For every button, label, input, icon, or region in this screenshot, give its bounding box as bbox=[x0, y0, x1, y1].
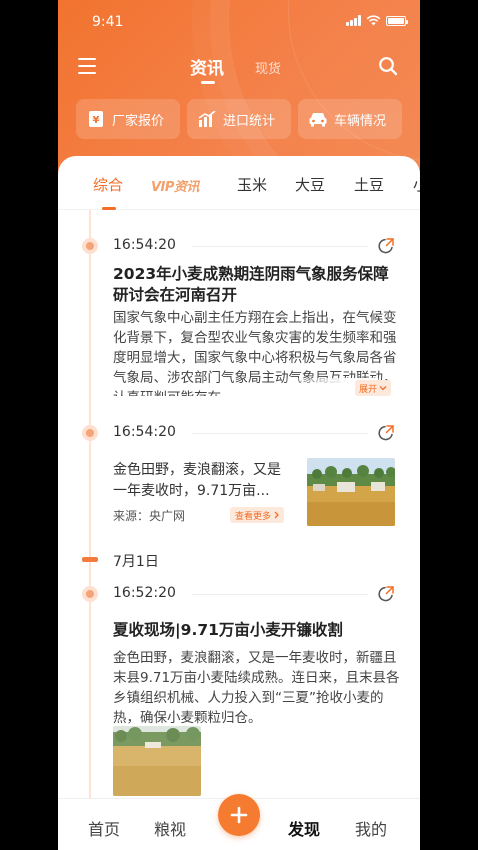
news-source: 来源：央广网 bbox=[113, 509, 186, 523]
plus-icon bbox=[230, 806, 248, 824]
tab-indicator bbox=[201, 81, 215, 84]
chevron-down-icon bbox=[379, 386, 387, 391]
status-bar: 9:41 bbox=[58, 12, 420, 34]
category-soybean[interactable]: 大豆 bbox=[295, 174, 325, 195]
top-nav: 资讯 现货 bbox=[58, 50, 420, 86]
search-icon[interactable] bbox=[378, 56, 398, 76]
quick-link-import-stats[interactable]: 进口统计 bbox=[187, 99, 291, 139]
timeline-dot bbox=[82, 586, 98, 602]
category-all[interactable]: 综合 bbox=[93, 174, 123, 195]
quick-link-label: 车辆情况 bbox=[334, 113, 387, 129]
tab-home[interactable]: 首页 bbox=[88, 816, 120, 840]
quick-link-vehicles[interactable]: 车辆情况 bbox=[298, 99, 402, 139]
news-body: 金色田野，麦浪翻滚，又是一年麦收时，新疆且末县9.71万亩小麦陆续成熟。连日来，… bbox=[113, 650, 400, 726]
news-snippet[interactable]: 金色田野，麦浪翻滚，又是一年麦收时，9.71万亩... bbox=[113, 460, 291, 502]
tab-grain-view[interactable]: 粮视 bbox=[154, 816, 186, 840]
timeline-dot bbox=[82, 425, 98, 441]
tab-discover[interactable]: 发现 bbox=[288, 816, 320, 840]
signal-icon bbox=[346, 15, 361, 26]
timeline-dot bbox=[82, 238, 98, 254]
tab-news[interactable]: 资讯 bbox=[190, 54, 224, 79]
news-image-harvest[interactable] bbox=[307, 458, 395, 526]
news-time: 16:54:20 bbox=[113, 424, 176, 440]
expand-button[interactable]: 展开 bbox=[355, 380, 392, 396]
date-group-label: 7月1日 bbox=[113, 554, 159, 570]
divider bbox=[192, 433, 368, 434]
add-button[interactable] bbox=[218, 794, 260, 836]
timeline-line bbox=[89, 210, 91, 806]
app-screen: 9:41 资讯 现货 ¥ 厂家报价 进口统计 车辆情况 综合 VIP资讯 玉米 … bbox=[58, 0, 420, 850]
svg-text:¥: ¥ bbox=[93, 115, 100, 126]
share-icon[interactable] bbox=[377, 237, 395, 255]
wifi-icon bbox=[366, 15, 381, 26]
quick-link-label: 厂家报价 bbox=[112, 113, 165, 129]
quick-link-factory-price[interactable]: ¥ 厂家报价 bbox=[76, 99, 180, 139]
news-image-wheat[interactable] bbox=[113, 726, 201, 796]
battery-icon bbox=[386, 15, 408, 26]
status-icons bbox=[346, 15, 408, 26]
status-time: 9:41 bbox=[92, 14, 124, 30]
content-card: 综合 VIP资讯 玉米 大豆 土豆 小 16:54:20 2023年小麦成熟期连… bbox=[58, 156, 420, 806]
news-time: 16:54:20 bbox=[113, 237, 176, 253]
category-potato[interactable]: 土豆 bbox=[354, 174, 384, 195]
category-vip[interactable]: VIP资讯 bbox=[151, 176, 199, 195]
news-time: 16:52:20 bbox=[113, 585, 176, 601]
bottom-tab-bar: 首页 粮视 发现 我的 bbox=[58, 794, 420, 850]
divider bbox=[192, 594, 368, 595]
category-more[interactable]: 小 bbox=[413, 174, 420, 195]
expand-label: 展开 bbox=[359, 384, 378, 395]
news-title[interactable]: 夏收现场|9.71万亩小麦开镰收割 bbox=[113, 620, 400, 641]
price-tag-icon: ¥ bbox=[86, 109, 106, 129]
car-icon bbox=[308, 109, 328, 129]
date-marker bbox=[82, 557, 98, 562]
view-more-button[interactable]: 查看更多 bbox=[230, 507, 285, 523]
share-icon[interactable] bbox=[377, 585, 395, 603]
chevron-right-icon bbox=[274, 511, 279, 519]
share-icon[interactable] bbox=[377, 424, 395, 442]
category-corn[interactable]: 玉米 bbox=[237, 174, 267, 195]
category-indicator bbox=[102, 207, 116, 210]
bar-chart-icon bbox=[197, 109, 217, 129]
news-title[interactable]: 2023年小麦成熟期连阴雨气象服务保障研讨会在河南召开 bbox=[113, 264, 400, 306]
divider bbox=[192, 246, 368, 247]
tab-mine[interactable]: 我的 bbox=[355, 816, 387, 840]
tab-spot[interactable]: 现货 bbox=[255, 58, 281, 77]
menu-icon[interactable] bbox=[78, 58, 96, 74]
category-tabs: 综合 VIP资讯 玉米 大豆 土豆 小 bbox=[58, 156, 420, 210]
view-more-label: 查看更多 bbox=[235, 511, 272, 522]
quick-link-label: 进口统计 bbox=[223, 113, 276, 129]
